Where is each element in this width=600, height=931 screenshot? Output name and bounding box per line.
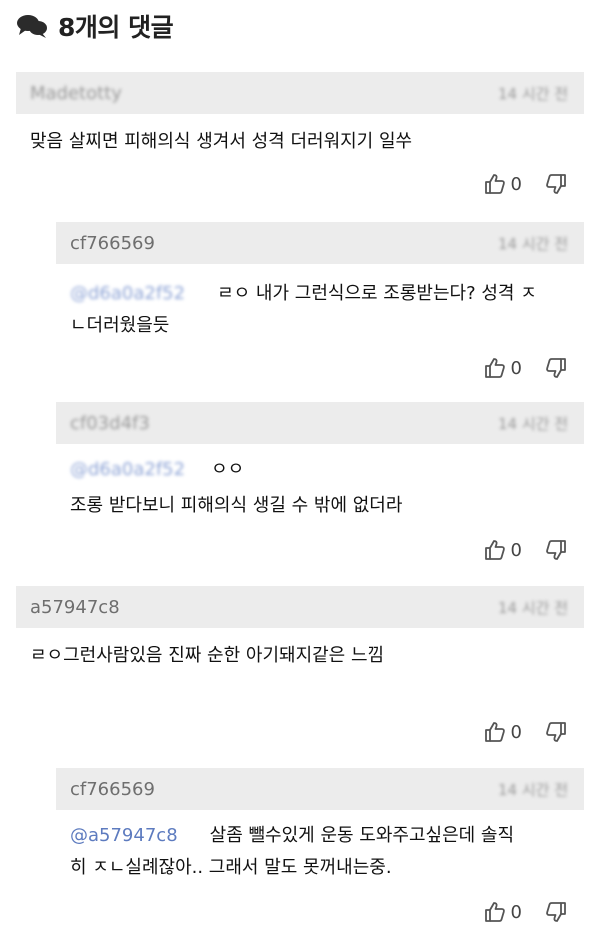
thumbs-up-icon	[483, 900, 507, 924]
thumbs-up-icon	[483, 538, 507, 562]
comment-actions: 0	[483, 900, 568, 924]
like-count: 0	[510, 357, 522, 379]
comment: Madetotty 14 시간 전 맞음 살찌면 피해의식 생겨서 성격 더러워…	[16, 72, 584, 212]
thumbs-up-icon	[483, 356, 507, 380]
comment-actions: 0	[483, 172, 568, 196]
mention-link[interactable]: @d6a0a2f52	[70, 278, 185, 310]
comment-actions: 0	[483, 538, 568, 562]
like-button[interactable]: 0	[483, 356, 522, 380]
thumbs-down-icon	[544, 172, 568, 196]
comment-time: 14 시간 전	[497, 598, 568, 617]
comment-author[interactable]: a57947c8	[30, 597, 120, 618]
dislike-button[interactable]	[544, 720, 568, 744]
comment-text-line1: ㅇㅇ	[211, 459, 245, 480]
comment-author[interactable]: cf766569	[70, 779, 155, 800]
comment-time: 14 시간 전	[497, 84, 568, 103]
comment-text-line1: ㄹㅇ 내가 그런식으로 조롱받는다? 성격 ㅈ	[217, 283, 537, 304]
comment-text: ㄹㅇ그런사람있음 진짜 순한 아기돼지같은 느낌	[30, 645, 385, 666]
like-button[interactable]: 0	[483, 172, 522, 196]
thumbs-down-icon	[544, 538, 568, 562]
thumbs-up-icon	[483, 172, 507, 196]
reply-comment: cf766569 14 시간 전 @a57947c8 살좀 뺄수있게 운동 도와주…	[56, 768, 584, 931]
reply-comment: cf03d4f3 14 시간 전 @d6a0a2f52 ㅇㅇ 조롱 받다보니 피해…	[56, 402, 584, 572]
comment-header: cf766569 14 시간 전	[56, 222, 584, 264]
dislike-button[interactable]	[544, 538, 568, 562]
comment-text: @d6a0a2f52 ㅇㅇ 조롱 받다보니 피해의식 생길 수 밖에 없더라	[56, 444, 584, 526]
dislike-button[interactable]	[544, 900, 568, 924]
comments-count-title: 8개의 댓글	[58, 13, 174, 42]
thumbs-down-icon	[544, 356, 568, 380]
comment-actions: 0	[483, 356, 568, 380]
comment-header: cf03d4f3 14 시간 전	[56, 402, 584, 444]
comment-author[interactable]: cf766569	[70, 233, 155, 254]
thumbs-up-icon	[483, 720, 507, 744]
comment: a57947c8 14 시간 전 ㄹㅇ그런사람있음 진짜 순한 아기돼지같은 느…	[16, 586, 584, 756]
reply-comment: cf766569 14 시간 전 @d6a0a2f52 ㄹㅇ 내가 그런식으로 조…	[56, 222, 584, 392]
thumbs-down-icon	[544, 720, 568, 744]
mention-link[interactable]: @a57947c8	[70, 820, 178, 852]
comment-actions: 0	[483, 720, 568, 744]
comment-text: @a57947c8 살좀 뺄수있게 운동 도와주고싶은데 솔직 히 ㅈㄴ실례잖아.…	[56, 810, 584, 884]
comment-author[interactable]: cf03d4f3	[70, 413, 150, 434]
comment-text: @d6a0a2f52 ㄹㅇ 내가 그런식으로 조롱받는다? 성격 ㅈ ㄴ더러웠을듯	[56, 264, 584, 342]
comment-text-line2: 조롱 받다보니 피해의식 생길 수 밖에 없더라	[70, 495, 403, 516]
comment-text: 맞음 살찌면 피해의식 생겨서 성격 더러워지기 일쑤	[30, 131, 413, 152]
comment-time: 14 시간 전	[497, 780, 568, 799]
comment-time: 14 시간 전	[497, 234, 568, 253]
thumbs-down-icon	[544, 900, 568, 924]
mention-link[interactable]: @d6a0a2f52	[70, 454, 185, 486]
like-count: 0	[510, 173, 522, 195]
like-count: 0	[510, 901, 522, 923]
dislike-button[interactable]	[544, 356, 568, 380]
comment-author[interactable]: Madetotty	[30, 83, 122, 104]
comment-header: cf766569 14 시간 전	[56, 768, 584, 810]
comments-header: 8개의 댓글	[16, 8, 174, 44]
like-button[interactable]: 0	[483, 720, 522, 744]
like-button[interactable]: 0	[483, 900, 522, 924]
comment-text-line1: 살좀 뺄수있게 운동 도와주고싶은데 솔직	[209, 825, 515, 846]
dislike-button[interactable]	[544, 172, 568, 196]
speech-bubbles-icon	[16, 13, 48, 39]
like-count: 0	[510, 539, 522, 561]
comment-text-line2: ㄴ더러웠을듯	[70, 315, 170, 336]
comment-time: 14 시간 전	[497, 414, 568, 433]
comment-text-line2: 히 ㅈㄴ실례잖아.. 그래서 말도 못꺼내는중.	[70, 857, 392, 878]
like-count: 0	[510, 721, 522, 743]
like-button[interactable]: 0	[483, 538, 522, 562]
comment-header: a57947c8 14 시간 전	[16, 586, 584, 628]
comment-header: Madetotty 14 시간 전	[16, 72, 584, 114]
